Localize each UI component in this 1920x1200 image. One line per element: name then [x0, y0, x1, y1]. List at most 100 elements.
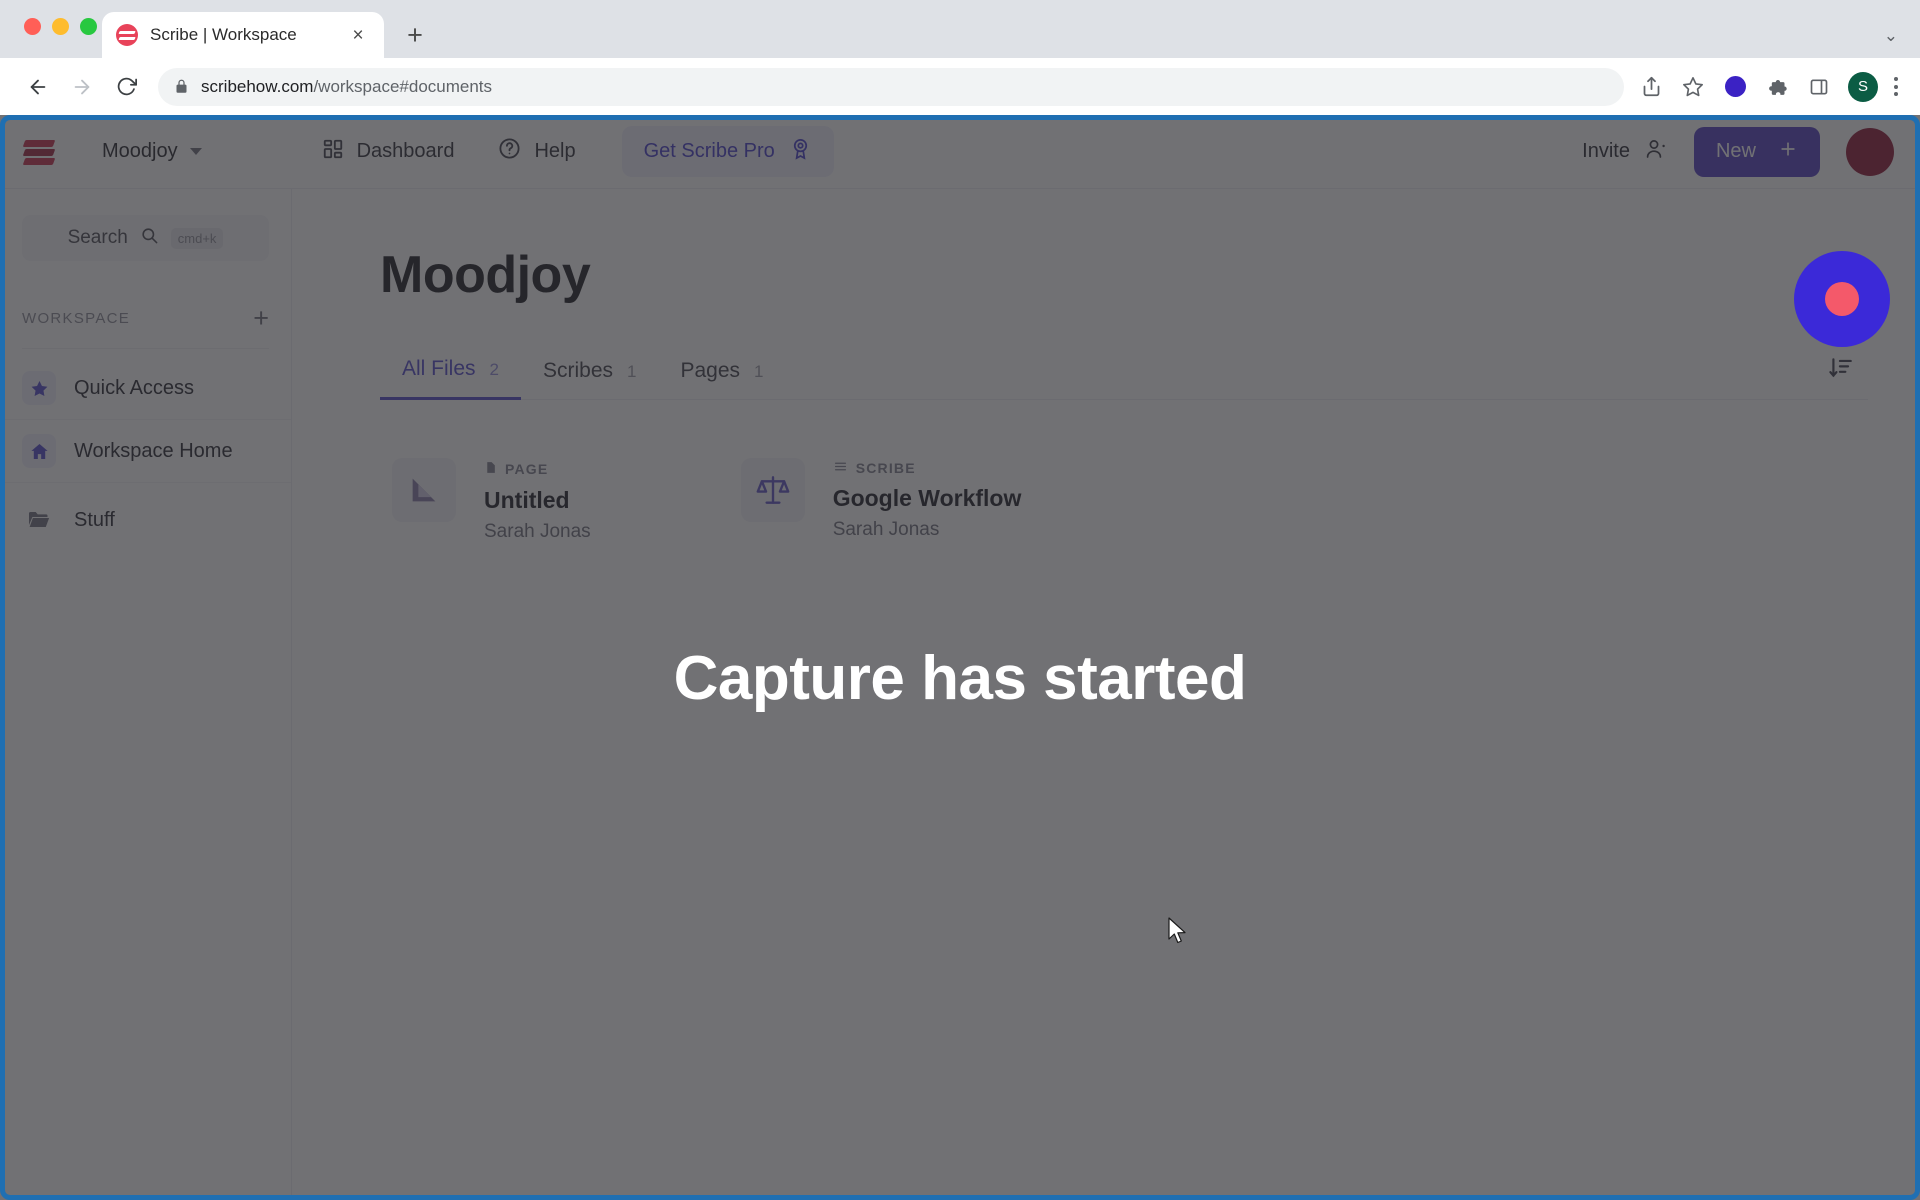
content-tabs: All Files 2 Scribes 1 Pages 1 [380, 357, 1868, 400]
file-card-title: Untitled [484, 487, 570, 513]
workspace-section-header: WORKSPACE + [22, 305, 269, 349]
scribe-favicon-icon [116, 24, 138, 46]
sidebar: Search cmd+k WORKSPACE + Quick Access Wo… [0, 189, 292, 1200]
get-scribe-pro-button[interactable]: Get Scribe Pro [621, 126, 834, 177]
tab-count: 1 [754, 362, 764, 381]
award-medal-icon [789, 137, 812, 166]
sidebar-item-label: Workspace Home [74, 439, 233, 462]
user-add-icon [1644, 137, 1668, 167]
workspace-section-label: WORKSPACE [22, 310, 131, 327]
page-thumbnail-icon [392, 458, 456, 522]
file-card-title: Google Workflow [832, 485, 1022, 511]
workspace-switcher[interactable]: Moodjoy [86, 132, 218, 171]
workspace-switcher-label: Moodjoy [102, 140, 178, 162]
avatar[interactable] [1846, 127, 1894, 176]
browser-window: Scribe | Workspace × + ⌄ scribehow.com/w… [0, 0, 1920, 1200]
main-content: Moodjoy All Files 2 Scribes 1 Pages 1 PA… [292, 189, 1920, 1200]
reload-button[interactable] [106, 67, 146, 107]
app-body: Search cmd+k WORKSPACE + Quick Access Wo… [0, 189, 1920, 1200]
mouse-cursor [1168, 917, 1190, 947]
scales-thumbnail-icon [740, 458, 805, 522]
toolbar-icons: S [1638, 71, 1902, 102]
sidebar-item-label: Quick Access [74, 376, 195, 399]
tab-label: Scribes [542, 359, 614, 382]
file-card-meta: PAGE Untitled Sarah Jonas [484, 458, 591, 543]
puzzle-extension-icon[interactable] [1764, 74, 1790, 100]
minimize-window-button[interactable] [52, 18, 69, 35]
file-card[interactable]: PAGE Untitled Sarah Jonas [392, 458, 591, 543]
invite-label: Invite [1582, 140, 1630, 162]
tab-label: All Files [402, 357, 476, 380]
extension-blue-icon[interactable] [1722, 74, 1748, 100]
recording-dot-icon [1825, 282, 1859, 316]
file-card-list: PAGE Untitled Sarah Jonas SCRIBE Google … [380, 458, 1868, 543]
forward-button[interactable] [62, 67, 102, 107]
dashboard-grid-icon [322, 138, 344, 166]
sidebar-item-stuff[interactable]: Stuff [0, 483, 291, 551]
url-host: scribehow.com [201, 76, 314, 96]
new-button[interactable]: New [1693, 126, 1820, 177]
help-circle-icon [498, 137, 521, 166]
close-window-button[interactable] [24, 18, 41, 35]
sidebar-item-label: Stuff [74, 508, 115, 531]
search-label: Search [67, 227, 128, 248]
scribe-logo-icon[interactable] [22, 137, 58, 167]
lock-icon [174, 79, 189, 94]
browser-menu-button[interactable] [1894, 77, 1898, 96]
invite-button[interactable]: Invite [1582, 137, 1668, 167]
back-button[interactable] [18, 67, 58, 107]
sidebar-item-workspace-home[interactable]: Workspace Home [0, 420, 291, 483]
search-icon [140, 226, 159, 250]
chevron-down-icon [189, 148, 202, 155]
folder-icon [22, 503, 56, 537]
star-icon [22, 371, 56, 405]
file-card-author: Sarah Jonas [832, 519, 940, 540]
close-tab-button[interactable]: × [346, 23, 370, 47]
tab-scribes[interactable]: Scribes 1 [521, 359, 659, 399]
share-icon[interactable] [1638, 74, 1664, 100]
badge-label: PAGE [505, 461, 549, 477]
page-title: Moodjoy [380, 246, 591, 304]
file-card-author: Sarah Jonas [484, 521, 591, 542]
sidebar-item-quick-access[interactable]: Quick Access [0, 357, 291, 420]
scribe-app: Moodjoy Dashboard Help Get Scribe Pro In… [0, 115, 1920, 1200]
tab-title: Scribe | Workspace [150, 25, 297, 44]
nav-dashboard-label: Dashboard [356, 140, 455, 162]
window-traffic-lights [24, 18, 97, 35]
tabstrip-menu-button[interactable]: ⌄ [1884, 26, 1920, 58]
bookmark-star-icon[interactable] [1680, 74, 1706, 100]
sort-descending-icon[interactable] [1824, 351, 1858, 385]
header-nav: Dashboard Help [306, 128, 592, 175]
nav-dashboard[interactable]: Dashboard [306, 129, 471, 175]
app-header: Moodjoy Dashboard Help Get Scribe Pro In… [0, 115, 1920, 189]
header-right: Invite New [1582, 126, 1894, 177]
tab-all-files[interactable]: All Files 2 [380, 357, 521, 400]
plus-icon [1778, 139, 1798, 165]
new-tab-button[interactable]: + [398, 18, 432, 52]
file-card[interactable]: SCRIBE Google Workflow Sarah Jonas [740, 458, 1022, 543]
address-bar[interactable]: scribehow.com/workspace#documents [158, 67, 1624, 106]
add-workspace-button[interactable]: + [253, 305, 269, 332]
search-input[interactable]: Search cmd+k [22, 215, 269, 261]
get-scribe-pro-label: Get Scribe Pro [643, 140, 775, 162]
search-shortcut: cmd+k [170, 227, 224, 249]
tab-pages[interactable]: Pages 1 [658, 359, 785, 399]
file-card-meta: SCRIBE Google Workflow Sarah Jonas [833, 458, 1022, 541]
browser-tab[interactable]: Scribe | Workspace × [102, 12, 384, 58]
scribe-lines-icon [833, 460, 848, 476]
url-path: /workspace#documents [313, 76, 493, 96]
tab-count: 1 [627, 362, 637, 381]
recording-indicator[interactable] [1794, 251, 1890, 347]
profile-avatar[interactable]: S [1848, 71, 1878, 102]
side-panel-icon[interactable] [1806, 74, 1832, 100]
tab-label: Pages [680, 359, 741, 382]
nav-help-label: Help [534, 140, 576, 162]
address-bar-url: scribehow.com/workspace#documents [201, 77, 492, 97]
browser-tabstrip: Scribe | Workspace × + ⌄ [0, 0, 1920, 58]
status-badge: PAGE [484, 460, 591, 478]
nav-help[interactable]: Help [482, 128, 591, 175]
new-button-label: New [1715, 140, 1756, 162]
status-badge: SCRIBE [833, 460, 1022, 476]
page-viewport: Moodjoy Dashboard Help Get Scribe Pro In… [0, 115, 1920, 1200]
maximize-window-button[interactable] [80, 18, 97, 35]
